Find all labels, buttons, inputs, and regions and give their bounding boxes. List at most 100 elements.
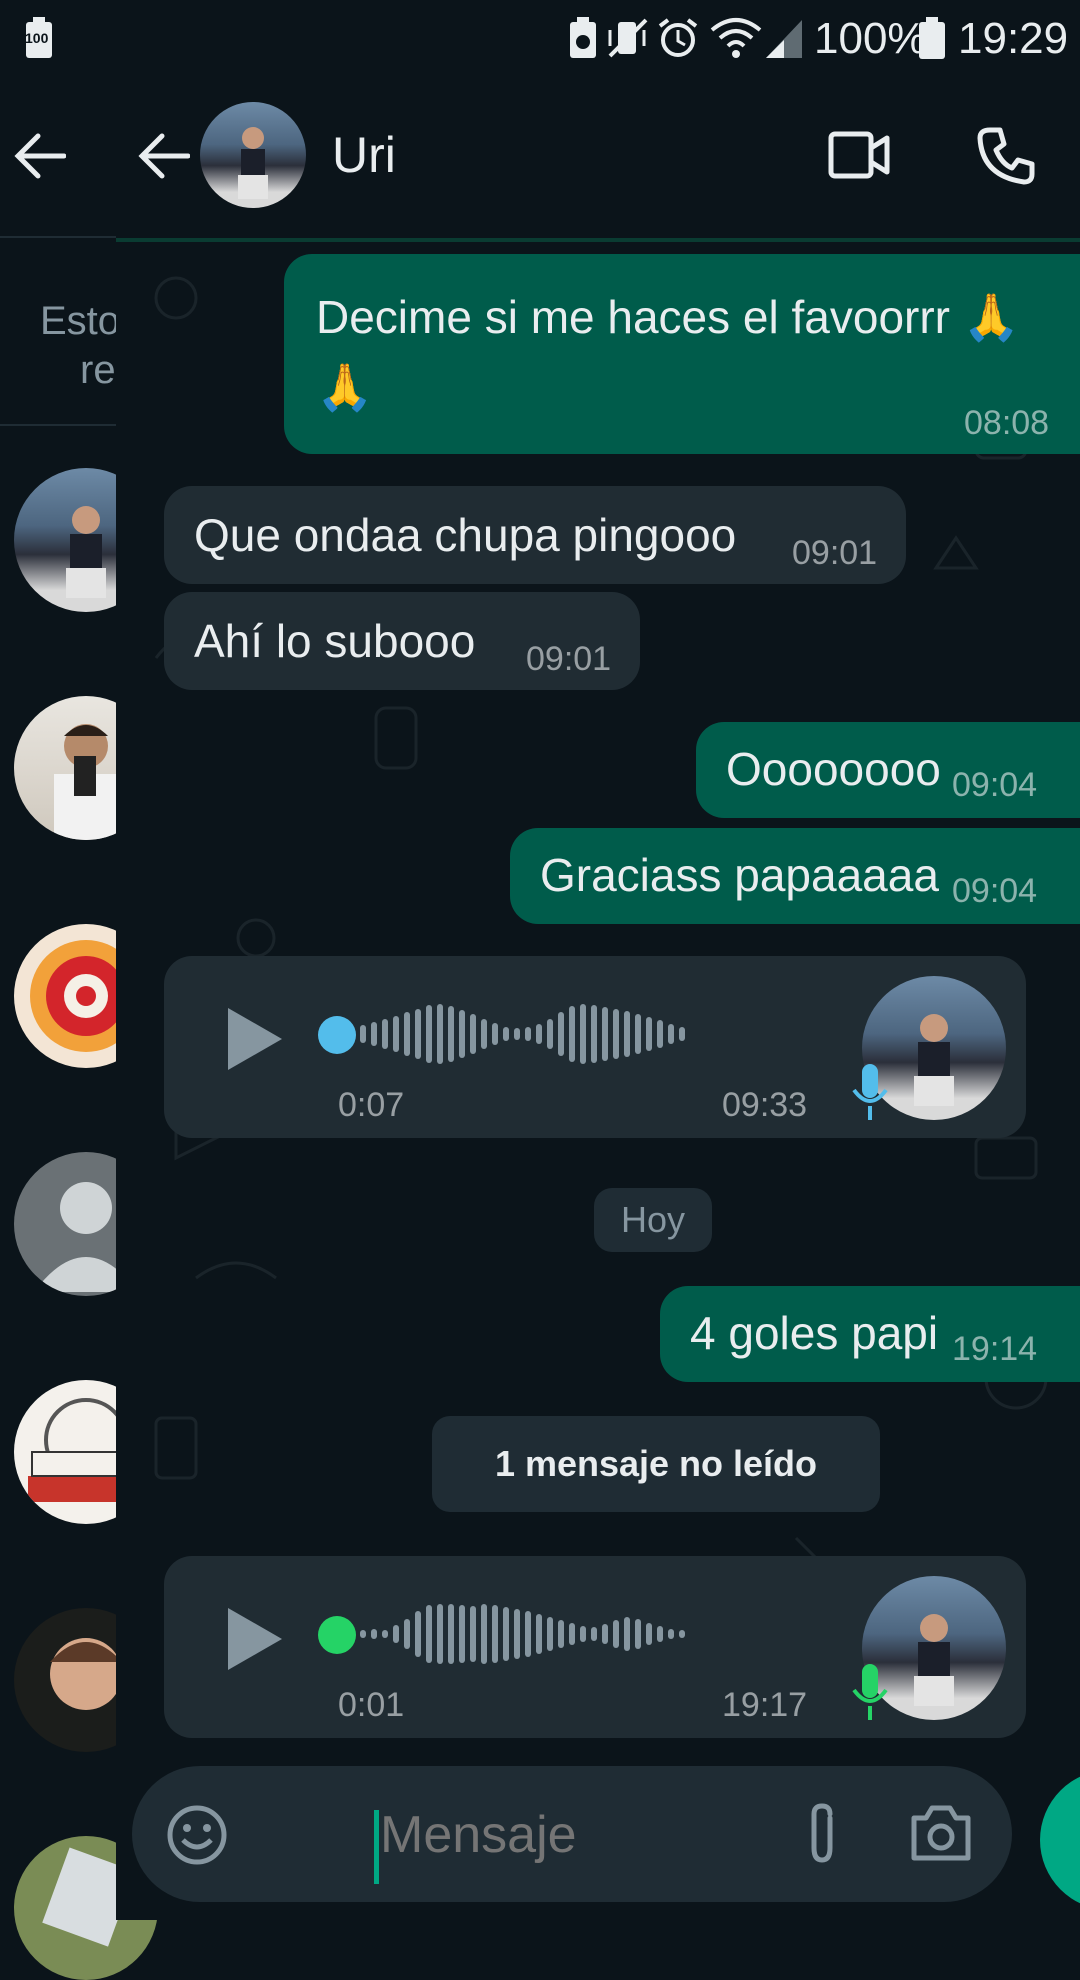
chat-pane: Uri Decime si me haces el favoorrr 🙏🙏 08…: [116, 0, 1080, 1920]
message-text: Decime si me haces el favoorrr 🙏🙏: [316, 291, 1021, 413]
waveform-bar: [448, 1604, 454, 1664]
waveform-bar: [635, 1014, 641, 1054]
waveform-bar: [415, 1009, 421, 1059]
waveform-bar: [613, 1620, 619, 1648]
waveform-bar: [558, 1012, 564, 1056]
chat-list-header: [0, 76, 118, 238]
back-arrow-icon[interactable]: [14, 132, 67, 185]
waveform-bar: [371, 1022, 377, 1046]
message-time: 09:04: [952, 872, 1038, 910]
waveform-bar: [481, 1604, 487, 1664]
message-text: Oooooooo: [726, 743, 941, 795]
voice-duration: 0:07: [338, 1086, 405, 1124]
waveform: [360, 994, 685, 1074]
waveform-bar: [536, 1024, 542, 1044]
voice-message[interactable]: 0:07 09:33: [164, 956, 1026, 1138]
chat-list-pane: Esto re: [0, 76, 158, 1980]
waveform-bar: [393, 1016, 399, 1052]
waveform-bar: [624, 1617, 630, 1651]
contact-name[interactable]: Uri: [332, 126, 396, 184]
waveform-bar: [437, 1004, 443, 1064]
waveform-bar: [591, 1005, 597, 1063]
message-incoming[interactable]: Ahí lo subooo 09:01: [164, 592, 640, 690]
waveform-bar: [613, 1009, 619, 1059]
waveform-bar: [635, 1619, 641, 1649]
message-time: 09:01: [526, 640, 612, 678]
date-separator: Hoy: [594, 1188, 712, 1252]
waveform-bar: [503, 1607, 509, 1661]
waveform-bar: [624, 1011, 630, 1057]
waveform-bar: [657, 1020, 663, 1048]
message-input-bar: [132, 1766, 1012, 1902]
waveform-bar: [470, 1014, 476, 1054]
message-outgoing[interactable]: Graciass papaaaaa 09:04: [510, 828, 1080, 924]
battery-level-text: 100: [25, 30, 49, 46]
message-time: 09:04: [952, 766, 1038, 804]
message-outgoing[interactable]: 4 goles papi 19:14: [660, 1286, 1080, 1382]
waveform-bar: [536, 1614, 542, 1654]
message-incoming[interactable]: Que ondaa chupa pingooo 09:01: [164, 486, 906, 584]
waveform-bar: [371, 1629, 377, 1639]
waveform-bar: [525, 1611, 531, 1657]
voice-message[interactable]: 0:01 19:17: [164, 1556, 1026, 1738]
waveform-bar: [492, 1605, 498, 1663]
waveform-bar: [514, 1609, 520, 1659]
waveform-bar: [360, 1025, 366, 1043]
phone-icon[interactable]: [976, 126, 1036, 191]
message-outgoing[interactable]: Oooooooo 09:04: [696, 722, 1080, 818]
waveform-bar: [360, 1630, 366, 1638]
waveform-bar: [393, 1625, 399, 1643]
waveform-bar: [558, 1620, 564, 1648]
waveform-bar: [448, 1006, 454, 1062]
waveform-bar: [569, 1623, 575, 1645]
waveform-bar: [602, 1007, 608, 1061]
play-icon[interactable]: [224, 1604, 286, 1685]
play-icon[interactable]: [224, 1004, 286, 1085]
emoji-icon[interactable]: [166, 1804, 228, 1871]
waveform-bar: [646, 1017, 652, 1051]
waveform-bar: [547, 1019, 553, 1049]
waveform-bar: [602, 1624, 608, 1644]
message-text: Ahí lo subooo: [194, 615, 476, 667]
playback-position-dot[interactable]: [318, 1016, 356, 1054]
waveform-bar: [426, 1005, 432, 1063]
waveform-bar: [415, 1611, 421, 1657]
waveform-bar: [657, 1626, 663, 1642]
voice-duration: 0:01: [338, 1686, 405, 1724]
unread-banner: 1 mensaje no leído: [432, 1416, 880, 1512]
waveform-bar: [382, 1630, 388, 1638]
playback-position-dot[interactable]: [318, 1616, 356, 1654]
divider: [0, 424, 118, 426]
video-call-icon[interactable]: [828, 130, 890, 185]
waveform-bar: [481, 1019, 487, 1049]
message-text: 4 goles papi: [690, 1307, 939, 1359]
attach-icon[interactable]: [802, 1800, 842, 1871]
waveform-bar: [404, 1619, 410, 1649]
waveform-bar: [382, 1019, 388, 1049]
camera-icon[interactable]: [908, 1804, 974, 1867]
back-arrow-icon[interactable]: [138, 132, 191, 185]
waveform-bar: [514, 1028, 520, 1040]
message-text: Graciass papaaaaa: [540, 849, 939, 901]
waveform-bar: [679, 1630, 685, 1638]
waveform-bar: [492, 1023, 498, 1045]
message-time: 19:17: [722, 1686, 808, 1724]
waveform-bar: [580, 1626, 586, 1642]
waveform-bar: [437, 1604, 443, 1664]
chat-list-tab-label[interactable]: Esto: [40, 294, 118, 348]
waveform-bar: [503, 1027, 509, 1041]
waveform-bar: [679, 1027, 685, 1041]
waveform-bar: [668, 1024, 674, 1044]
waveform-bar: [470, 1606, 476, 1662]
message-text: Que ondaa chupa pingooo: [194, 509, 737, 561]
waveform-bar: [569, 1006, 575, 1062]
message-outgoing[interactable]: Decime si me haces el favoorrr 🙏🙏 08:08: [284, 254, 1080, 454]
chat-list-tab-label-2: re: [80, 348, 116, 392]
waveform-bar: [646, 1623, 652, 1645]
waveform-bar: [404, 1012, 410, 1056]
contact-avatar[interactable]: [200, 102, 306, 208]
chat-header: Uri: [116, 76, 1080, 242]
waveform-bar: [459, 1605, 465, 1663]
waveform-bar: [547, 1617, 553, 1651]
mic-icon: [850, 1062, 890, 1133]
